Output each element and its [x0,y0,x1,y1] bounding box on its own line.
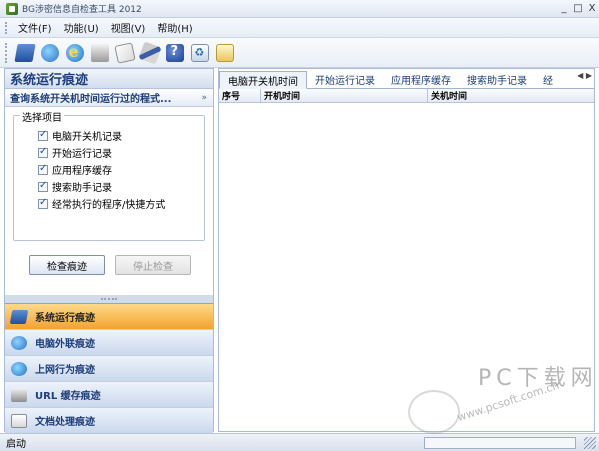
checkbox-icon[interactable] [38,129,48,141]
network-icon [40,43,59,62]
tab-app-cache[interactable]: 应用程序缓存 [383,70,459,88]
menu-file[interactable]: 文件(F) [12,20,58,35]
check-traces-button[interactable]: 检查痕迹 [29,255,105,275]
title-bar: BG涉密信息自检查工具 2012 _ □ X [0,0,599,18]
panel-splitter[interactable] [5,295,213,303]
status-text: 启动 [6,439,26,450]
window-title: BG涉密信息自检查工具 2012 [22,5,142,15]
toolbar-external-connection-button[interactable] [38,41,61,65]
tab-frequent-programs[interactable]: 经 [535,70,561,88]
groupbox-label: 选择项目 [20,109,64,124]
url-icon [11,387,27,402]
nav-label: 系统运行痕迹 [35,313,95,324]
toolbar-refresh-button[interactable] [188,41,211,65]
ie-icon [11,361,27,376]
tab-run-record[interactable]: 开始运行记录 [307,70,383,88]
option-label: 电脑开关机记录 [52,132,122,143]
option-frequent-programs[interactable]: 经常执行的程序/快捷方式 [38,196,165,211]
option-run-record[interactable]: 开始运行记录 [38,145,112,160]
collapse-chevron-icon[interactable]: » [201,93,207,103]
tab-boot-shutdown-time[interactable]: 电脑开关机时间 [219,71,307,89]
exit-icon [215,43,234,62]
recycle-icon [190,43,209,62]
nav-label: 文档处理痕迹 [35,417,95,428]
splitter-grip [101,298,117,300]
checkbox-icon[interactable] [38,163,48,175]
brush-icon [137,40,162,65]
option-label: 开始运行记录 [52,149,112,160]
progress-bar [424,436,576,449]
document-icon [113,41,136,64]
toolbar [0,38,599,68]
menu-grip [5,21,9,34]
option-label: 搜索助手记录 [52,183,112,194]
option-boot-shutdown-record[interactable]: 电脑开关机记录 [38,128,122,143]
minimize-button[interactable]: _ [557,3,571,14]
nav-document-traces[interactable]: 文档处理痕迹 [5,407,213,433]
monitor-icon [13,43,36,62]
option-app-cache[interactable]: 应用程序缓存 [38,162,112,177]
grid-header: 序号 开机时间 关机时间 [219,89,594,103]
tab-search-assistant[interactable]: 搜索助手记录 [459,70,535,88]
checkbox-icon[interactable] [38,180,48,192]
left-panel-subtitle-bar[interactable]: 查询系统开关机时间运行过的程式... » [5,89,213,107]
nav-system-traces[interactable]: 系统运行痕迹 [5,303,213,329]
ie-icon [65,42,84,62]
document-icon [11,413,27,428]
option-search-assistant[interactable]: 搜索助手记录 [38,179,112,194]
nav-url-cache-traces[interactable]: URL 缓存痕迹 [5,381,213,407]
nav-internet-behavior-traces[interactable]: 上网行为痕迹 [5,355,213,381]
status-bar: 启动 [0,433,599,451]
nav-label: 电脑外联痕迹 [35,339,95,350]
left-panel-subtitle: 查询系统开关机时间运行过的程式... [10,94,172,105]
toolbar-document-trace-button[interactable] [113,41,136,65]
toolbar-url-cache-button[interactable] [88,41,111,65]
column-header-boot-time[interactable]: 开机时间 [261,89,428,102]
maximize-button[interactable]: □ [571,3,585,14]
toolbar-clean-button[interactable] [137,40,162,65]
tab-strip: 电脑开关机时间 开始运行记录 应用程序缓存 搜索助手记录 经 ◀ ▶ [219,69,594,89]
menu-bar: 文件(F) 功能(U) 视图(V) 帮助(H) [0,18,599,38]
toolbar-grip [5,42,9,63]
nav-external-connection-traces[interactable]: 电脑外联痕迹 [5,329,213,355]
url-icon [90,43,109,62]
options-groupbox: 选择项目 电脑开关机记录 开始运行记录 应用程序缓存 搜索助手记录 经常执行的程… [13,109,205,241]
column-header-shutdown-time[interactable]: 关机时间 [428,89,594,102]
checkbox-icon[interactable] [38,146,48,158]
app-icon [6,2,18,15]
options-panel: 选择项目 电脑开关机记录 开始运行记录 应用程序缓存 搜索助手记录 经常执行的程… [5,107,213,295]
nav-label: 上网行为痕迹 [35,365,95,376]
toolbar-help-button[interactable] [163,41,186,65]
toolbar-internet-behavior-button[interactable] [63,41,86,65]
menu-view[interactable]: 视图(V) [105,20,152,35]
stop-check-button[interactable]: 停止检查 [115,255,191,275]
left-panel-title: 系统运行痕迹 [5,69,213,89]
close-button[interactable]: X [585,3,599,14]
network-icon [11,335,27,350]
tab-scroll-arrows-icon[interactable]: ◀ ▶ [577,71,592,80]
menu-help[interactable]: 帮助(H) [151,20,198,35]
option-label: 应用程序缓存 [52,166,112,177]
toolbar-system-trace-button[interactable] [13,41,36,65]
menu-function[interactable]: 功能(U) [58,20,105,35]
help-icon [165,43,184,62]
checkbox-icon[interactable] [38,197,48,209]
nav-label: URL 缓存痕迹 [35,391,101,402]
resize-grip-icon[interactable] [584,436,596,449]
toolbar-exit-button[interactable] [213,41,236,65]
option-label: 经常执行的程序/快捷方式 [52,200,166,211]
monitor-icon [9,309,29,324]
left-panel: 系统运行痕迹 查询系统开关机时间运行过的程式... » 选择项目 电脑开关机记录… [4,68,214,451]
column-header-index[interactable]: 序号 [219,89,261,102]
watermark-logo [408,390,460,434]
